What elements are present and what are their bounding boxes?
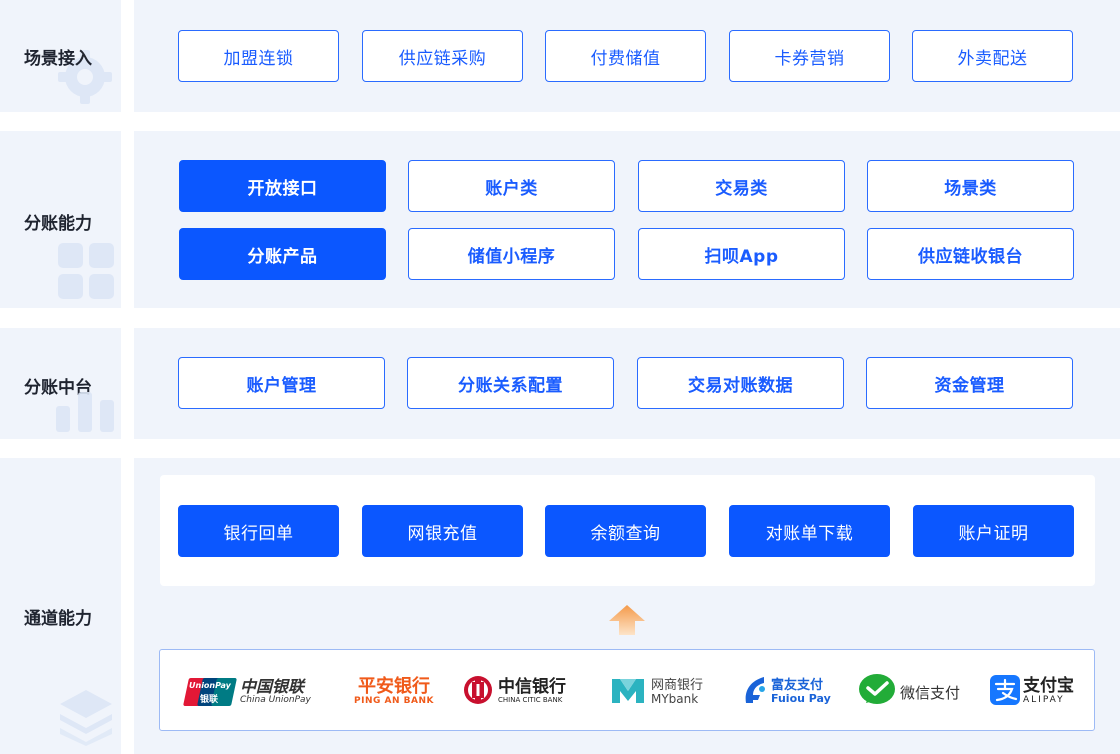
scene-type-button[interactable]: 场景类	[867, 160, 1074, 212]
capability-content: 开放接口 账户类 交易类 场景类 分账产品 储值小程序 扫呗App 供应链收银台	[134, 131, 1120, 308]
alipay-logo: 支付宝 ALIPAY	[990, 668, 1080, 716]
bank-receipt-button[interactable]: 银行回单	[178, 505, 339, 557]
account-type-button[interactable]: 账户类	[408, 160, 615, 212]
channel-label-col: 通道能力	[0, 458, 121, 754]
fuiou-cn-name: 富友支付	[771, 677, 824, 693]
wechatpay-logo: 微信支付	[858, 668, 966, 716]
pingan-cn-name: 平安银行	[358, 675, 430, 697]
transaction-type-button[interactable]: 交易类	[638, 160, 845, 212]
scene-item-coupon-marketing[interactable]: 卡券营销	[729, 30, 890, 82]
fuiou-f-icon	[742, 675, 768, 709]
alipay-cn-name: 支付宝	[1023, 676, 1074, 697]
channel-title: 通道能力	[24, 609, 92, 629]
prepaid-miniprogram-button[interactable]: 储值小程序	[408, 228, 615, 280]
statement-download-button[interactable]: 对账单下载	[729, 505, 890, 557]
middle-label-col: 分账中台	[0, 328, 121, 439]
scene-item-supply-purchase[interactable]: 供应链采购	[362, 30, 523, 82]
pingan-logo: 平安银行 PING AN BANK	[348, 668, 440, 716]
middle-content: 账户管理 分账关系配置 交易对账数据 资金管理	[134, 328, 1120, 439]
scene-item-franchise[interactable]: 加盟连锁	[178, 30, 339, 82]
wechatpay-check-icon	[858, 673, 896, 711]
online-recharge-button[interactable]: 网银充值	[362, 505, 523, 557]
citic-logo: 中信银行 CHINA CITIC BANK	[462, 668, 580, 716]
capability-title: 分账能力	[24, 214, 92, 234]
account-certificate-button[interactable]: 账户证明	[913, 505, 1074, 557]
capability-section: 分账能力 开放接口 账户类 交易类 场景类 分账产品 储值小程序 扫呗App 供…	[0, 131, 1120, 308]
unionpay-badge-icon: UnionPay 银联	[183, 676, 237, 708]
fuiou-logo: 富友支付 Fuiou Pay	[742, 668, 838, 716]
scene-label-col: 场景接入	[0, 0, 121, 112]
mybank-logo: 网商银行 MYbank	[610, 668, 720, 716]
fuiou-en-name: Fuiou Pay	[771, 692, 831, 706]
split-relation-config-button[interactable]: 分账关系配置	[407, 357, 614, 409]
up-arrow-icon	[607, 603, 647, 641]
scene-content: 加盟连锁 供应链采购 付费储值 卡券营销 外卖配送	[134, 0, 1120, 112]
supply-cashier-button[interactable]: 供应链收银台	[867, 228, 1074, 280]
partner-logo-panel: UnionPay 银联 中国银联 China UnionPay 平安银行 PIN…	[159, 649, 1095, 731]
unionpay-badge-top: UnionPay	[189, 681, 231, 690]
citic-emblem-icon	[462, 674, 494, 710]
citic-cn-name: 中信银行	[498, 677, 566, 698]
mybank-en-name: MYbank	[651, 691, 699, 706]
grid-icon	[58, 243, 116, 305]
balance-query-button[interactable]: 余额查询	[545, 505, 706, 557]
citic-en-name: CHINA CITIC BANK	[498, 696, 563, 705]
middle-section: 分账中台 账户管理 分账关系配置 交易对账数据 资金管理	[0, 328, 1120, 439]
layers-icon	[56, 686, 116, 750]
pingan-en-name: PING AN BANK	[354, 695, 434, 706]
mybank-cn-name: 网商银行	[651, 677, 704, 693]
capability-label-col: 分账能力	[0, 131, 121, 308]
unionpay-badge-bottom: 银联	[200, 695, 219, 705]
fund-management-button[interactable]: 资金管理	[866, 357, 1073, 409]
unionpay-en-name: China UnionPay	[240, 694, 311, 705]
split-product-button[interactable]: 分账产品	[179, 228, 386, 280]
open-api-button[interactable]: 开放接口	[179, 160, 386, 212]
scene-title: 场景接入	[24, 49, 92, 69]
alipay-en-name: ALIPAY	[1023, 695, 1065, 706]
account-management-button[interactable]: 账户管理	[178, 357, 385, 409]
mybank-m-icon	[610, 675, 646, 709]
scene-item-delivery[interactable]: 外卖配送	[912, 30, 1073, 82]
channel-function-panel: 银行回单 网银充值 余额查询 对账单下载 账户证明	[160, 475, 1095, 586]
bar-chart-icon	[56, 386, 116, 436]
unionpay-logo: UnionPay 银联 中国银联 China UnionPay	[183, 668, 324, 716]
scene-item-prepaid[interactable]: 付费储值	[545, 30, 706, 82]
reconciliation-data-button[interactable]: 交易对账数据	[637, 357, 844, 409]
scene-section: 场景接入 加盟连锁 供应链采购 付费储值 卡券营销 外卖配送	[0, 0, 1120, 112]
unionpay-cn-name: 中国银联	[240, 676, 305, 696]
wechatpay-cn-name: 微信支付	[900, 683, 961, 702]
alipay-icon	[990, 675, 1020, 709]
saobei-app-button[interactable]: 扫呗App	[638, 228, 845, 280]
